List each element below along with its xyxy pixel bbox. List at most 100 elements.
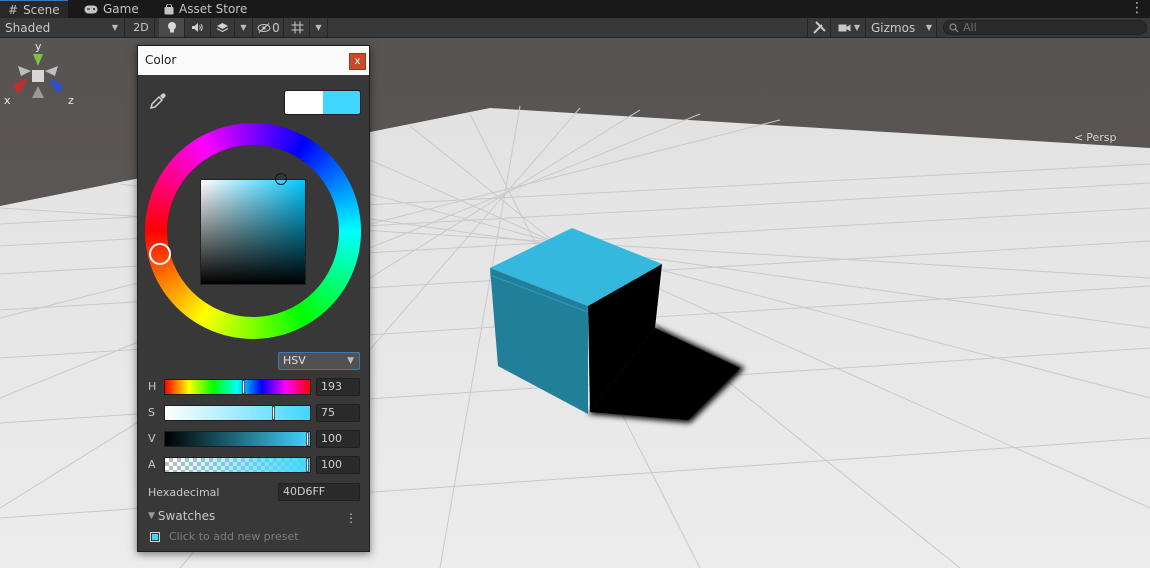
color-picker-window: Color x HSV ▼ H 193 S 75 V 100 A 100 Hex… bbox=[137, 45, 370, 552]
value-label: V bbox=[148, 432, 156, 445]
hue-slider[interactable] bbox=[164, 379, 311, 395]
value-value-field[interactable]: 100 bbox=[316, 430, 360, 448]
tab-label: Game bbox=[103, 2, 139, 16]
hue-handle[interactable] bbox=[149, 243, 171, 265]
2d-label: 2D bbox=[133, 21, 149, 34]
tab-label: Asset Store bbox=[179, 2, 248, 16]
eyedropper-icon[interactable] bbox=[148, 91, 168, 111]
x-axis-label: x bbox=[4, 94, 11, 107]
search-input[interactable]: All bbox=[943, 20, 1147, 35]
grid-icon: # bbox=[8, 2, 19, 17]
add-preset-hint: Click to add new preset bbox=[169, 530, 299, 543]
color-mode-dropdown[interactable]: HSV ▼ bbox=[278, 352, 360, 370]
tab-label: Scene bbox=[23, 2, 60, 17]
grid-toggle-button[interactable] bbox=[286, 18, 310, 37]
hue-value-field[interactable]: 193 bbox=[316, 378, 360, 396]
saturation-slider-row: S 75 bbox=[148, 404, 360, 422]
y-axis-label: y bbox=[35, 40, 42, 53]
lightbulb-icon bbox=[167, 22, 176, 33]
hidden-count: 0 bbox=[272, 20, 280, 35]
neg-y-axis-cone[interactable] bbox=[32, 86, 44, 98]
search-icon bbox=[949, 22, 959, 32]
perspective-icon: < bbox=[1074, 131, 1084, 144]
hue-slider-row: H 193 bbox=[148, 378, 360, 396]
neg-x-axis-cone[interactable] bbox=[45, 66, 58, 76]
grid-dropdown[interactable]: ▼ bbox=[310, 18, 328, 37]
speaker-icon bbox=[192, 23, 203, 32]
add-preset-row[interactable]: Click to add new preset bbox=[150, 530, 299, 543]
projection-label: Persp bbox=[1086, 131, 1117, 144]
scene-toolbar: Shaded ▼ 2D ▼ 0 ▼ ▼ Gizmos ▼ All bbox=[0, 18, 1150, 38]
2d-toggle-button[interactable]: 2D bbox=[128, 18, 155, 37]
neg-z-axis-cone[interactable] bbox=[18, 66, 31, 76]
hue-label: H bbox=[148, 380, 157, 393]
current-color-swatch bbox=[323, 91, 360, 114]
chevron-down-icon: ▼ bbox=[853, 23, 861, 32]
alpha-slider[interactable] bbox=[164, 457, 311, 473]
color-mode-label: HSV bbox=[283, 354, 306, 367]
alpha-slider-row: A 100 bbox=[148, 456, 360, 474]
tab-game[interactable]: Game bbox=[76, 0, 147, 18]
tools-icon bbox=[812, 21, 826, 34]
z-axis-cone[interactable] bbox=[48, 78, 63, 94]
hue-slider-knob[interactable] bbox=[242, 380, 245, 394]
y-axis-cone[interactable] bbox=[33, 54, 43, 66]
value-slider[interactable] bbox=[164, 431, 311, 447]
kebab-menu-icon[interactable]: ⋮ bbox=[1130, 0, 1144, 18]
effects-toggle-button[interactable] bbox=[211, 18, 235, 37]
color-window-titlebar[interactable]: Color x bbox=[138, 46, 369, 75]
window-title: Color bbox=[145, 53, 177, 67]
gamepad-icon bbox=[84, 5, 98, 13]
chevron-down-icon: ▼ bbox=[347, 356, 354, 366]
saturation-value-field[interactable]: 75 bbox=[316, 404, 360, 422]
swatches-foldout[interactable]: ▼ Swatches bbox=[148, 509, 215, 523]
effects-dropdown[interactable]: ▼ bbox=[235, 18, 253, 37]
tools-button[interactable] bbox=[807, 18, 831, 37]
camera-icon bbox=[838, 24, 851, 31]
shading-mode-label: Shaded bbox=[5, 20, 51, 35]
orientation-gizmo[interactable]: y x z bbox=[0, 38, 80, 113]
hexadecimal-label: Hexadecimal bbox=[148, 486, 220, 499]
eye-slash-icon bbox=[257, 22, 271, 33]
gizmo-center-cube[interactable] bbox=[32, 70, 44, 82]
alpha-label: A bbox=[148, 458, 156, 471]
hexadecimal-field[interactable]: 40D6FF bbox=[278, 483, 360, 501]
chevron-down-icon: ▼ bbox=[925, 23, 932, 32]
alpha-value-field[interactable]: 100 bbox=[316, 456, 360, 474]
close-button[interactable]: x bbox=[349, 53, 366, 70]
gizmos-label: Gizmos bbox=[871, 20, 916, 35]
saturation-value-handle[interactable] bbox=[275, 173, 287, 185]
alpha-slider-knob[interactable] bbox=[306, 458, 309, 472]
grid-snap-icon bbox=[291, 21, 304, 34]
saturation-slider-knob[interactable] bbox=[272, 406, 275, 420]
tab-scene[interactable]: # Scene bbox=[0, 0, 68, 18]
bag-icon bbox=[164, 3, 174, 14]
preset-swatch[interactable] bbox=[150, 531, 160, 542]
value-slider-row: V 100 bbox=[148, 430, 360, 448]
lighting-toggle-button[interactable] bbox=[159, 18, 185, 37]
saturation-slider[interactable] bbox=[164, 405, 311, 421]
projection-toggle[interactable]: < Persp bbox=[1074, 131, 1116, 144]
hidden-objects-button[interactable]: 0 bbox=[254, 18, 284, 37]
chevron-down-icon: ▼ bbox=[240, 23, 247, 32]
triangle-down-icon: ▼ bbox=[148, 511, 155, 521]
value-slider-knob[interactable] bbox=[306, 432, 309, 446]
z-axis-label: z bbox=[68, 94, 74, 107]
tab-asset-store[interactable]: Asset Store bbox=[156, 0, 255, 18]
color-preview bbox=[284, 90, 361, 115]
saturation-value-square[interactable] bbox=[200, 179, 306, 285]
layers-icon bbox=[216, 22, 229, 32]
audio-toggle-button[interactable] bbox=[185, 18, 211, 37]
chevron-down-icon: ▼ bbox=[111, 23, 118, 32]
camera-dropdown[interactable]: ▼ bbox=[833, 18, 866, 37]
saturation-label: S bbox=[148, 406, 155, 419]
previous-color-swatch[interactable] bbox=[285, 91, 323, 114]
chevron-down-icon: ▼ bbox=[315, 23, 322, 32]
swatches-menu-icon[interactable]: ⋮ bbox=[345, 511, 357, 525]
gizmos-dropdown[interactable]: Gizmos ▼ bbox=[867, 18, 937, 37]
swatches-label: Swatches bbox=[157, 509, 216, 523]
tab-bar: # Scene Game Asset Store ⋮ bbox=[0, 0, 1150, 18]
shading-mode-dropdown[interactable]: Shaded ▼ bbox=[0, 18, 125, 37]
search-placeholder: All bbox=[963, 21, 977, 34]
x-axis-cone[interactable] bbox=[13, 78, 28, 94]
